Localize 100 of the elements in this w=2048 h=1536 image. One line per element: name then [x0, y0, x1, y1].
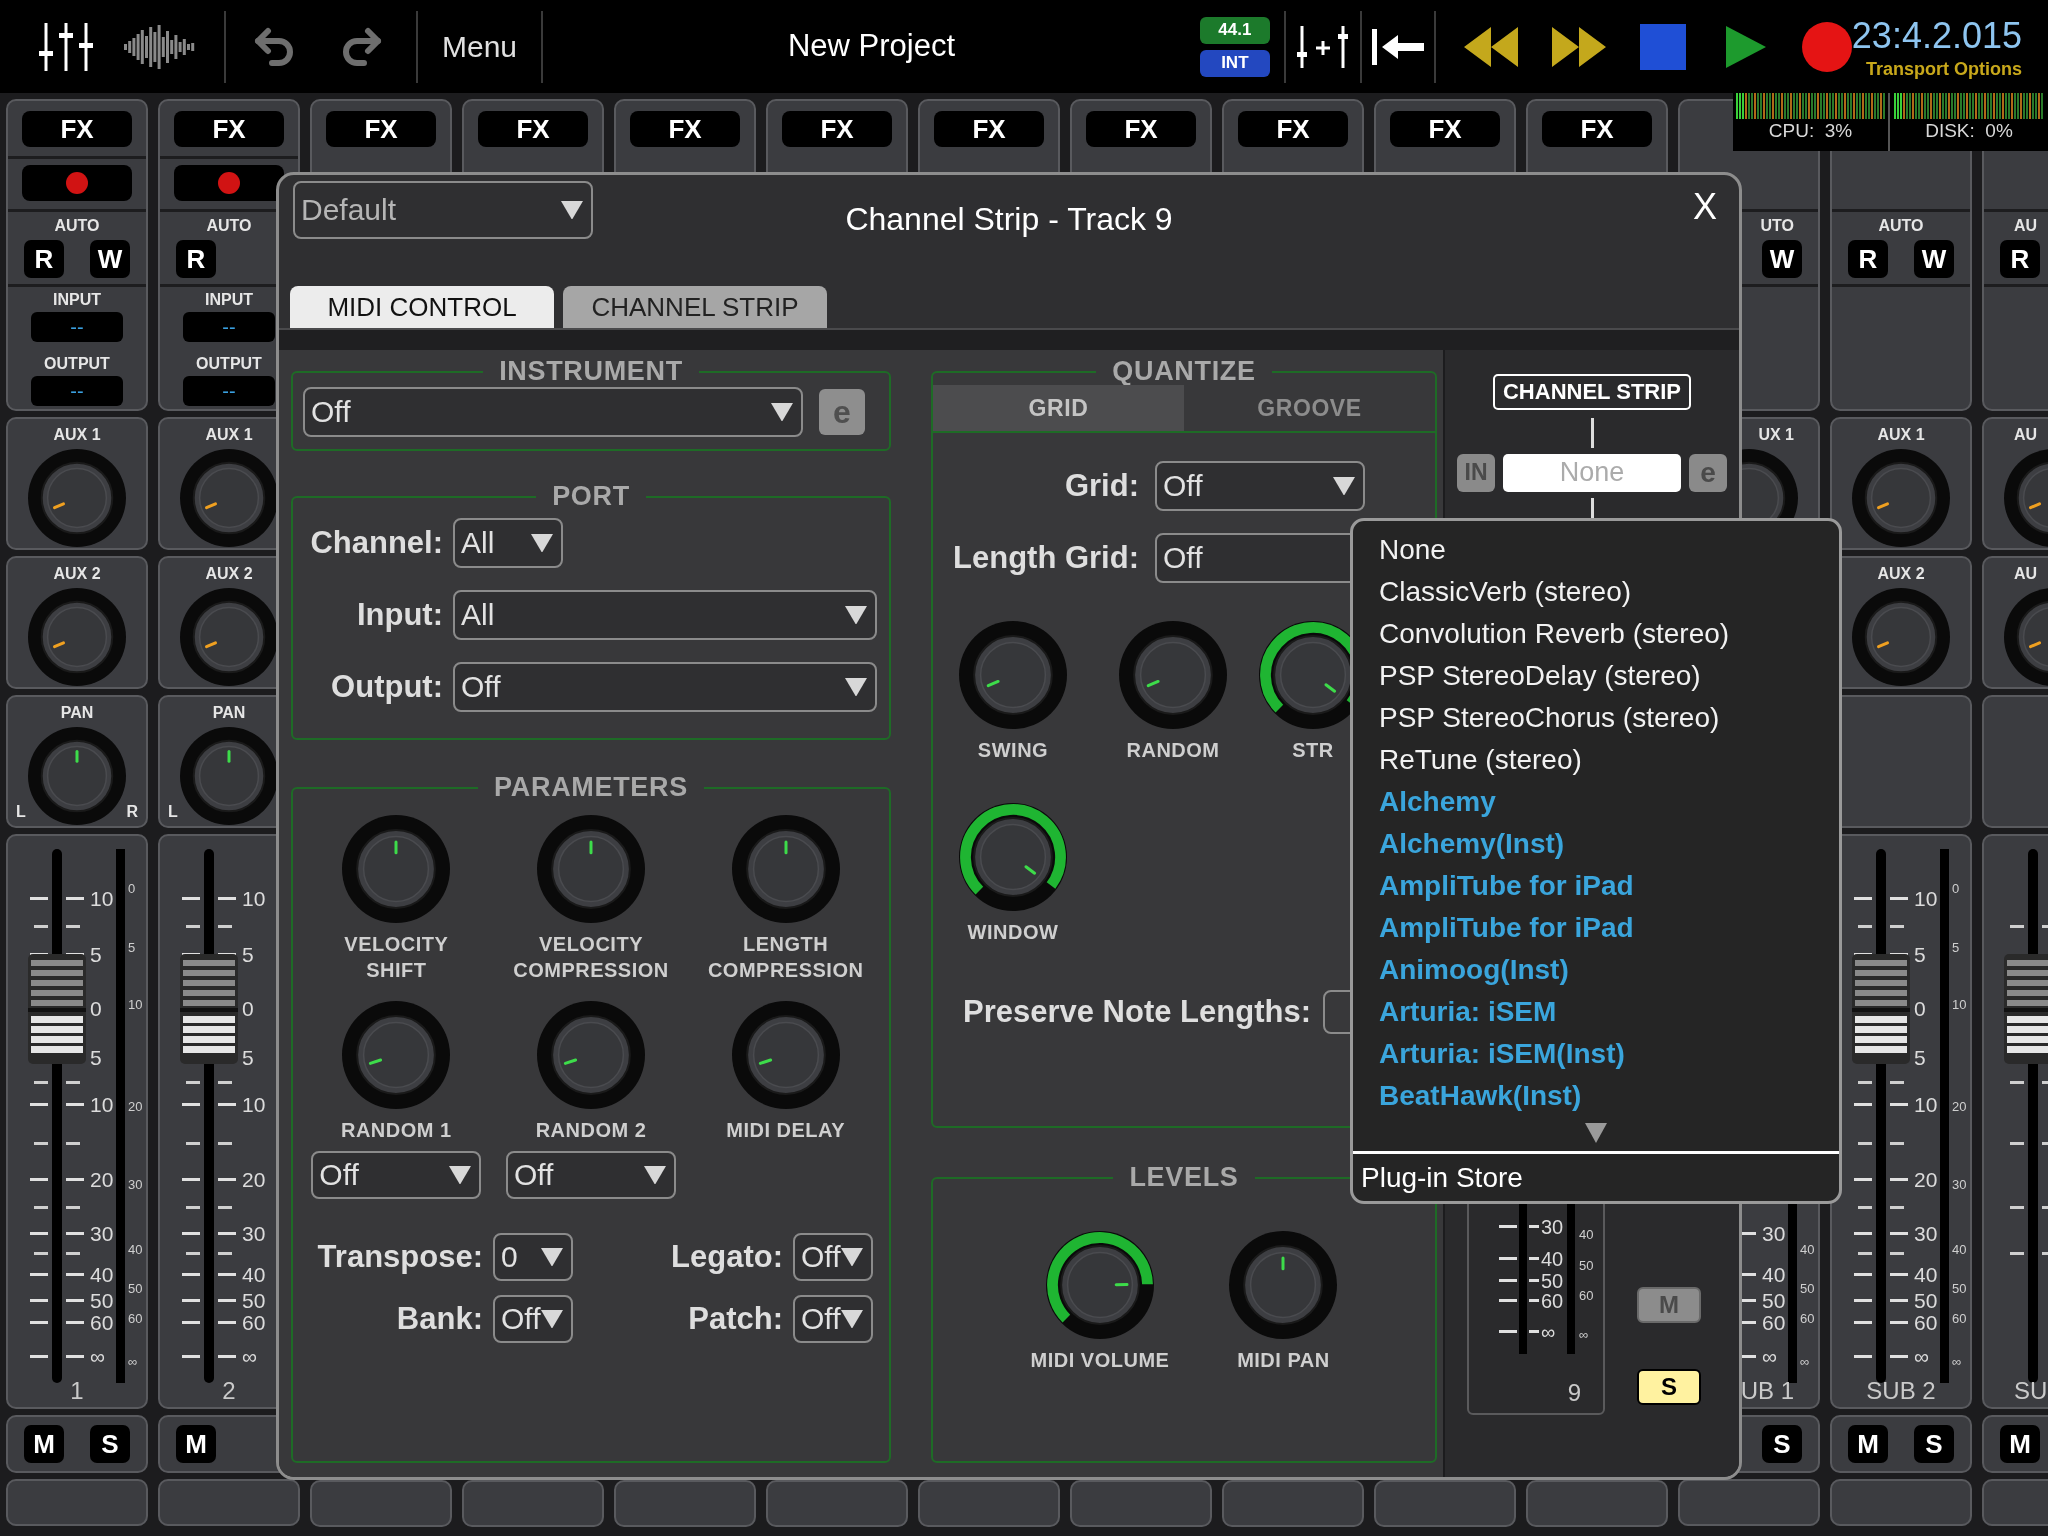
menu-item[interactable]: Alchemy(Inst): [1379, 823, 1839, 865]
fx-button[interactable]: FX: [1542, 111, 1652, 147]
read-button[interactable]: R: [1848, 240, 1888, 278]
empty-slot[interactable]: [1222, 1480, 1364, 1527]
empty-slot[interactable]: [462, 1480, 604, 1527]
fader-add-icon[interactable]: [1295, 23, 1350, 70]
menu-item[interactable]: Animoog(Inst): [1379, 949, 1839, 991]
fx-button[interactable]: FX: [934, 111, 1044, 147]
play-icon[interactable]: [1723, 23, 1768, 70]
field-label: Bank:: [395, 1299, 483, 1338]
dropdown-field[interactable]: Off: [793, 1233, 873, 1281]
dropdown-field[interactable]: Off: [311, 1151, 482, 1199]
input-field[interactable]: --: [31, 312, 123, 342]
mute-button[interactable]: M: [2000, 1425, 2040, 1463]
preset-dropdown[interactable]: Default: [293, 181, 593, 239]
mute-button[interactable]: M: [176, 1425, 216, 1463]
fx-button[interactable]: FX: [630, 111, 740, 147]
mixer-icon[interactable]: [38, 20, 94, 73]
knob-label: AU: [2014, 427, 2038, 443]
sample-rate-badge[interactable]: 44.1: [1199, 16, 1270, 44]
empty-slot[interactable]: [1374, 1480, 1516, 1527]
menu-item[interactable]: AmpliTube for iPad: [1379, 865, 1839, 907]
read-button[interactable]: R: [24, 240, 64, 278]
empty-slot[interactable]: [1526, 1480, 1668, 1527]
read-button[interactable]: R: [2000, 240, 2040, 278]
empty-slot[interactable]: [158, 1479, 300, 1526]
dropdown-field[interactable]: Off: [303, 387, 803, 437]
fx-button[interactable]: FX: [1238, 111, 1348, 147]
knob[interactable]: [180, 727, 278, 825]
fx-button[interactable]: FX: [782, 111, 892, 147]
mute-button[interactable]: M: [1848, 1425, 1888, 1463]
output-field[interactable]: --: [183, 376, 275, 406]
menu-item[interactable]: None: [1379, 529, 1839, 571]
write-button[interactable]: W: [1762, 240, 1802, 278]
empty-slot[interactable]: [614, 1480, 756, 1527]
menu-item[interactable]: Convolution Reverb (stereo): [1379, 613, 1839, 655]
write-button[interactable]: W: [90, 240, 130, 278]
empty-slot[interactable]: [1070, 1480, 1212, 1527]
knob[interactable]: [180, 588, 278, 686]
close-button[interactable]: X: [1693, 189, 1717, 225]
record-icon[interactable]: [1801, 21, 1852, 72]
tab[interactable]: GRID: [933, 385, 1184, 431]
fx-button[interactable]: FX: [326, 111, 436, 147]
scroll-down-icon[interactable]: [1585, 1123, 1607, 1143]
menu-button[interactable]: Menu: [418, 24, 542, 69]
input-field[interactable]: --: [183, 312, 275, 342]
fader-cap[interactable]: [1852, 954, 1910, 1065]
menu-item[interactable]: Arturia: iSEM: [1379, 991, 1839, 1033]
dropdown-field[interactable]: Off: [493, 1295, 573, 1343]
fx-button[interactable]: FX: [22, 111, 132, 147]
fader-cap[interactable]: [28, 954, 86, 1065]
fader-cap[interactable]: [180, 954, 238, 1065]
fader-cap[interactable]: [2004, 954, 2048, 1065]
menu-item[interactable]: AmpliTube for iPad: [1379, 907, 1839, 949]
record-button[interactable]: [174, 165, 284, 201]
dropdown-field[interactable]: 0: [493, 1233, 573, 1281]
menu-item[interactable]: PSP StereoChorus (stereo): [1379, 697, 1839, 739]
knob[interactable]: [180, 449, 278, 547]
record-button[interactable]: [22, 165, 132, 201]
return-to-start-icon[interactable]: [1369, 26, 1426, 67]
mute-button[interactable]: M: [24, 1425, 64, 1463]
dropdown-field[interactable]: All: [453, 590, 877, 640]
write-button[interactable]: W: [1914, 240, 1954, 278]
output-field[interactable]: --: [31, 376, 123, 406]
dropdown-field[interactable]: Off: [506, 1151, 676, 1199]
knob[interactable]: [959, 803, 1067, 911]
fx-button[interactable]: FX: [1390, 111, 1500, 147]
dropdown-field[interactable]: All: [453, 518, 563, 568]
fx-button[interactable]: FX: [478, 111, 588, 147]
transport-options-button[interactable]: Transport Options: [1866, 57, 2022, 81]
solo-button[interactable]: S: [90, 1425, 130, 1463]
tab[interactable]: MIDI CONTROL: [290, 286, 554, 328]
fast-forward-icon[interactable]: [1549, 24, 1608, 69]
menu-item[interactable]: Arturia: iSEM(Inst): [1379, 1033, 1839, 1075]
empty-slot[interactable]: [766, 1480, 908, 1527]
menu-item[interactable]: BeatHawk(Inst): [1379, 1075, 1839, 1117]
empty-slot[interactable]: [918, 1480, 1060, 1527]
fx-button[interactable]: FX: [1086, 111, 1196, 147]
stop-icon[interactable]: [1639, 23, 1686, 70]
fx-button[interactable]: FX: [174, 111, 284, 147]
tab[interactable]: CHANNEL STRIP: [563, 286, 827, 328]
empty-slot[interactable]: [1678, 1479, 1820, 1526]
solo-button[interactable]: S: [1914, 1425, 1954, 1463]
solo-button[interactable]: S: [1762, 1425, 1802, 1463]
dropdown-field[interactable]: Off: [453, 662, 877, 712]
menu-item[interactable]: PSP StereoDelay (stereo): [1379, 655, 1839, 697]
read-button[interactable]: R: [176, 240, 216, 278]
menu-item[interactable]: ClassicVerb (stereo): [1379, 571, 1839, 613]
dropdown-field[interactable]: Off: [793, 1295, 873, 1343]
scale-label: 50: [1914, 1290, 1938, 1311]
empty-slot[interactable]: [6, 1479, 148, 1526]
clock-badge[interactable]: INT: [1199, 49, 1270, 77]
menu-item[interactable]: Alchemy: [1379, 781, 1839, 823]
dropdown-field[interactable]: Off: [1155, 461, 1365, 511]
plugin-store-button[interactable]: Plug-in Store: [1353, 1154, 1839, 1195]
menu-item[interactable]: ReTune (stereo): [1379, 739, 1839, 781]
knob[interactable]: [1046, 1231, 1154, 1339]
empty-slot[interactable]: [1830, 1479, 1972, 1526]
solo-button[interactable]: S: [1637, 1369, 1701, 1405]
empty-slot[interactable]: [310, 1480, 452, 1527]
